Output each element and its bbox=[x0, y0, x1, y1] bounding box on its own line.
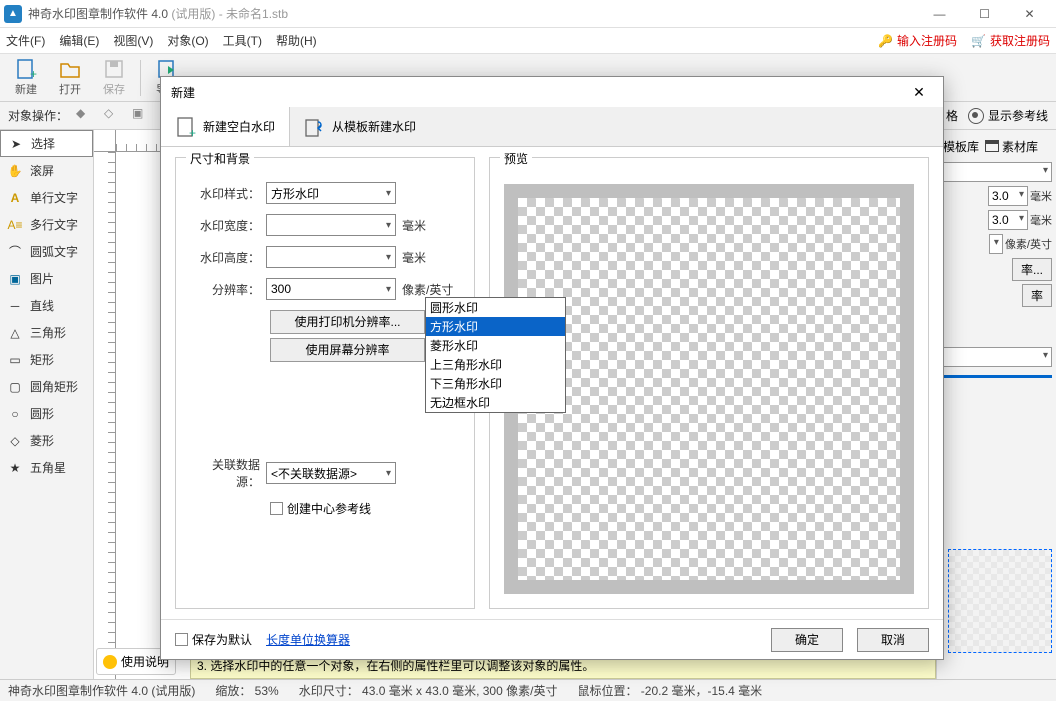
dpi-unit: 像素/英寸 bbox=[402, 281, 453, 298]
width-label: 水印宽度： bbox=[190, 217, 260, 234]
style-combo[interactable]: 方形水印 bbox=[266, 182, 396, 204]
width-combo[interactable] bbox=[266, 214, 396, 236]
height-unit: 毫米 bbox=[402, 249, 426, 266]
dialog-footer: 保存为默认 长度单位换算器 确定 取消 bbox=[161, 619, 943, 659]
datasource-label: 关联数据源： bbox=[190, 456, 260, 490]
use-screen-dpi-button[interactable]: 使用屏幕分辨率 bbox=[270, 338, 425, 362]
dialog-close-button[interactable]: ✕ bbox=[905, 84, 933, 101]
dialog-tabs: + 新建空白水印 从模板新建水印 bbox=[161, 107, 943, 147]
checkbox-icon bbox=[175, 633, 188, 646]
unit-converter-link[interactable]: 长度单位换算器 bbox=[266, 631, 350, 648]
style-option[interactable]: 方形水印 bbox=[426, 317, 565, 336]
cancel-button[interactable]: 取消 bbox=[857, 628, 929, 652]
height-label: 水印高度： bbox=[190, 249, 260, 266]
create-center-guide-checkbox[interactable]: 创建中心参考线 bbox=[270, 500, 460, 517]
style-label: 水印样式： bbox=[190, 185, 260, 202]
preview-group-label: 预览 bbox=[500, 150, 532, 167]
width-unit: 毫米 bbox=[402, 217, 426, 234]
datasource-combo[interactable]: <不关联数据源> bbox=[266, 462, 396, 484]
height-combo[interactable] bbox=[266, 246, 396, 268]
checkbox-icon bbox=[270, 502, 283, 515]
dialog-title: 新建 bbox=[171, 84, 195, 101]
style-option[interactable]: 下三角形水印 bbox=[426, 374, 565, 393]
new-dialog: 新建 ✕ + 新建空白水印 从模板新建水印 尺寸和背景 水印样式： 方形水印 bbox=[160, 76, 944, 660]
dpi-label: 分辨率： bbox=[190, 281, 260, 298]
dialog-mask: 新建 ✕ + 新建空白水印 从模板新建水印 尺寸和背景 水印样式： 方形水印 bbox=[0, 0, 1056, 701]
style-option[interactable]: 上三角形水印 bbox=[426, 355, 565, 374]
style-dropdown[interactable]: 圆形水印 方形水印 菱形水印 上三角形水印 下三角形水印 无边框水印 bbox=[425, 297, 566, 413]
tab-new-blank[interactable]: + 新建空白水印 bbox=[161, 107, 290, 146]
save-default-checkbox[interactable]: 保存为默认 bbox=[175, 631, 252, 648]
tab-new-template[interactable]: 从模板新建水印 bbox=[290, 107, 430, 146]
svg-text:+: + bbox=[189, 126, 196, 138]
new-blank-icon: + bbox=[175, 116, 197, 138]
style-option[interactable]: 圆形水印 bbox=[426, 298, 565, 317]
style-option[interactable]: 无边框水印 bbox=[426, 393, 565, 412]
dialog-titlebar: 新建 ✕ bbox=[161, 77, 943, 107]
ok-button[interactable]: 确定 bbox=[771, 628, 843, 652]
use-printer-dpi-button[interactable]: 使用打印机分辨率... bbox=[270, 310, 425, 334]
dpi-combo[interactable]: 300 bbox=[266, 278, 396, 300]
size-group-label: 尺寸和背景 bbox=[186, 150, 254, 167]
template-icon bbox=[304, 116, 326, 138]
style-option[interactable]: 菱形水印 bbox=[426, 336, 565, 355]
